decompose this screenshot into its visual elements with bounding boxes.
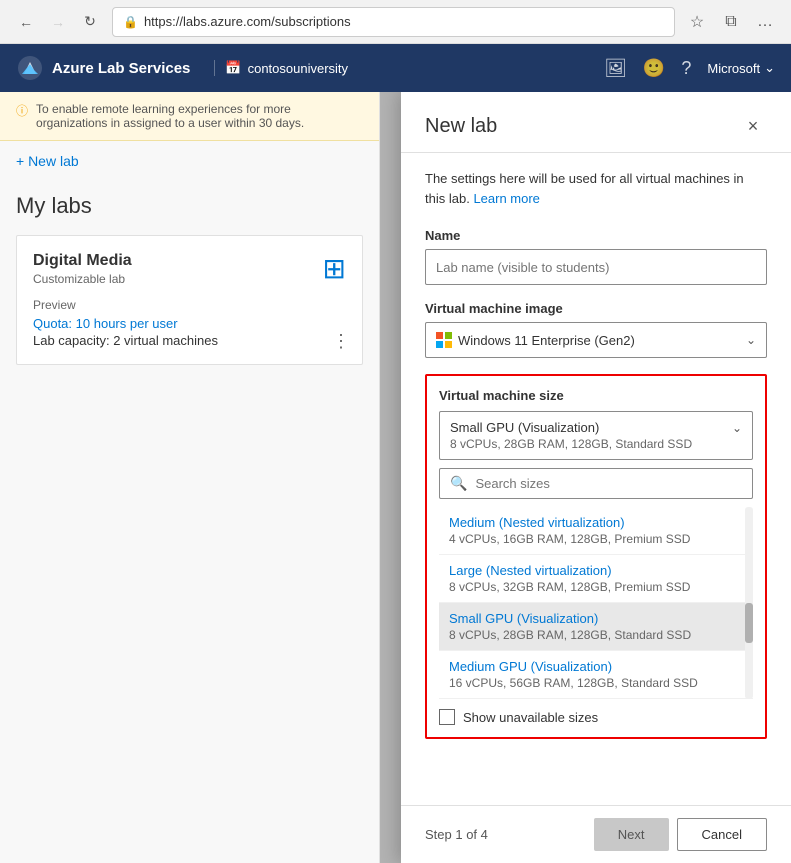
emoji-icon[interactable]: 🙂 bbox=[643, 58, 665, 79]
size-item-specs: 4 vCPUs, 16GB RAM, 128GB, Premium SSD bbox=[449, 532, 743, 546]
size-item-specs: 16 vCPUs, 56GB RAM, 128GB, Standard SSD bbox=[449, 676, 743, 690]
url-text: https://labs.azure.com/subscriptions bbox=[144, 14, 351, 29]
vm-image-dropdown[interactable]: Windows 11 Enterprise (Gen2) ⌄ bbox=[425, 322, 767, 358]
right-panel: New lab × The settings here will be used… bbox=[380, 92, 791, 863]
lab-quota: Quota: 10 hours per user bbox=[33, 316, 346, 331]
app-name: Azure Lab Services bbox=[52, 60, 190, 77]
dialog-overlay: New lab × The settings here will be used… bbox=[380, 92, 791, 863]
lab-name: Digital Media bbox=[33, 252, 132, 270]
org-selector[interactable]: 📅 contosouniversity bbox=[214, 60, 358, 76]
size-list-item[interactable]: Medium GPU (Visualization) 16 vCPUs, 56G… bbox=[439, 651, 753, 699]
size-list-item[interactable]: Large (Nested virtualization) 8 vCPUs, 3… bbox=[439, 555, 753, 603]
vm-image-value: Windows 11 Enterprise (Gen2) bbox=[436, 332, 635, 348]
size-search-input[interactable] bbox=[475, 476, 742, 491]
lab-card-menu-button[interactable]: ⋮ bbox=[332, 331, 350, 352]
dialog-close-button[interactable]: × bbox=[739, 112, 767, 140]
vm-size-selected-specs: 8 vCPUs, 28GB RAM, 128GB, Standard SSD bbox=[450, 437, 742, 451]
windows-flag-icon bbox=[436, 332, 452, 348]
new-lab-label: + New lab bbox=[16, 153, 79, 169]
azure-logo bbox=[16, 54, 44, 82]
step-indicator: Step 1 of 4 bbox=[425, 827, 488, 842]
search-icon: 🔍 bbox=[450, 475, 467, 492]
name-form-group: Name bbox=[425, 228, 767, 285]
refresh-button[interactable]: ↻ bbox=[76, 8, 104, 36]
dialog-description: The settings here will be used for all v… bbox=[425, 169, 767, 208]
lab-name-input[interactable] bbox=[425, 249, 767, 285]
account-selector[interactable]: Microsoft ⌄ bbox=[707, 60, 775, 76]
size-list[interactable]: Medium (Nested virtualization) 4 vCPUs, … bbox=[439, 507, 753, 699]
banner-text: To enable remote learning experiences fo… bbox=[36, 102, 363, 130]
size-item-specs: 8 vCPUs, 32GB RAM, 128GB, Premium SSD bbox=[449, 580, 743, 594]
back-button[interactable]: ← bbox=[12, 8, 40, 36]
name-label: Name bbox=[425, 228, 767, 243]
forward-button[interactable]: → bbox=[44, 8, 72, 36]
vm-size-section: Virtual machine size Small GPU (Visualiz… bbox=[425, 374, 767, 739]
more-button[interactable]: … bbox=[751, 8, 779, 36]
size-item-name: Large (Nested virtualization) bbox=[449, 563, 743, 578]
learn-more-link[interactable]: Learn more bbox=[473, 191, 539, 206]
lab-capacity: Lab capacity: 2 virtual machines bbox=[33, 333, 346, 348]
windows-logo-icon: ⊞ bbox=[323, 252, 346, 285]
dialog-header: New lab × bbox=[401, 92, 791, 153]
show-unavailable-row: Show unavailable sizes bbox=[439, 709, 753, 725]
collections-button[interactable]: ⧉ bbox=[717, 8, 745, 36]
show-unavailable-label: Show unavailable sizes bbox=[463, 710, 598, 725]
vm-image-chevron-icon: ⌄ bbox=[746, 333, 756, 347]
dialog-body: The settings here will be used for all v… bbox=[401, 153, 791, 805]
lab-card: Digital Media Customizable lab ⊞ Preview… bbox=[16, 235, 363, 365]
vm-image-label: Virtual machine image bbox=[425, 301, 767, 316]
monitor-icon[interactable]: 🖼 bbox=[604, 58, 627, 79]
my-labs-title: My labs bbox=[0, 181, 379, 227]
dialog-panel: New lab × The settings here will be used… bbox=[401, 92, 791, 863]
org-name: contosouniversity bbox=[248, 61, 348, 76]
footer-buttons: Next Cancel bbox=[594, 818, 767, 851]
vm-size-dropdown[interactable]: Small GPU (Visualization) ⌄ 8 vCPUs, 28G… bbox=[439, 411, 753, 460]
account-chevron-icon: ⌄ bbox=[764, 60, 775, 76]
address-bar[interactable]: 🔒 https://labs.azure.com/subscriptions bbox=[112, 7, 675, 37]
lab-type: Customizable lab bbox=[33, 272, 132, 286]
vm-size-label: Virtual machine size bbox=[439, 388, 753, 403]
vm-size-chevron-icon: ⌄ bbox=[732, 421, 742, 435]
quota-label: Quota: bbox=[33, 316, 72, 331]
lab-card-header: Digital Media Customizable lab ⊞ bbox=[33, 252, 346, 286]
info-icon: ⓘ bbox=[16, 102, 28, 130]
lock-icon: 🔒 bbox=[123, 15, 138, 29]
search-box: 🔍 bbox=[439, 468, 753, 499]
main-layout: ⓘ To enable remote learning experiences … bbox=[0, 92, 791, 863]
new-lab-button[interactable]: + New lab bbox=[0, 141, 95, 181]
quota-value: 10 hours per user bbox=[76, 316, 178, 331]
size-list-item[interactable]: Medium (Nested virtualization) 4 vCPUs, … bbox=[439, 507, 753, 555]
size-item-name: Small GPU (Visualization) bbox=[449, 611, 743, 626]
browser-chrome: ← → ↻ 🔒 https://labs.azure.com/subscript… bbox=[0, 0, 791, 44]
vm-size-selected-name: Small GPU (Visualization) bbox=[450, 420, 599, 435]
cancel-button[interactable]: Cancel bbox=[677, 818, 767, 851]
org-icon: 📅 bbox=[225, 60, 241, 76]
dialog-title: New lab bbox=[425, 115, 497, 138]
next-button[interactable]: Next bbox=[594, 818, 669, 851]
size-item-name: Medium GPU (Visualization) bbox=[449, 659, 743, 674]
app-header: Azure Lab Services 📅 contosouniversity 🖼… bbox=[0, 44, 791, 92]
app-logo: Azure Lab Services bbox=[16, 54, 190, 82]
show-unavailable-checkbox[interactable] bbox=[439, 709, 455, 725]
vm-image-form-group: Virtual machine image Windows 11 Enterpr… bbox=[425, 301, 767, 358]
favorites-button[interactable]: ☆ bbox=[683, 8, 711, 36]
info-banner: ⓘ To enable remote learning experiences … bbox=[0, 92, 379, 141]
left-panel: ⓘ To enable remote learning experiences … bbox=[0, 92, 380, 863]
help-icon[interactable]: ? bbox=[681, 58, 691, 79]
lab-status: Preview bbox=[33, 298, 346, 312]
account-name-text: Microsoft bbox=[707, 61, 760, 76]
size-item-specs: 8 vCPUs, 28GB RAM, 128GB, Standard SSD bbox=[449, 628, 743, 642]
size-item-name: Medium (Nested virtualization) bbox=[449, 515, 743, 530]
dialog-footer: Step 1 of 4 Next Cancel bbox=[401, 805, 791, 863]
size-list-item[interactable]: Small GPU (Visualization) 8 vCPUs, 28GB … bbox=[439, 603, 753, 651]
